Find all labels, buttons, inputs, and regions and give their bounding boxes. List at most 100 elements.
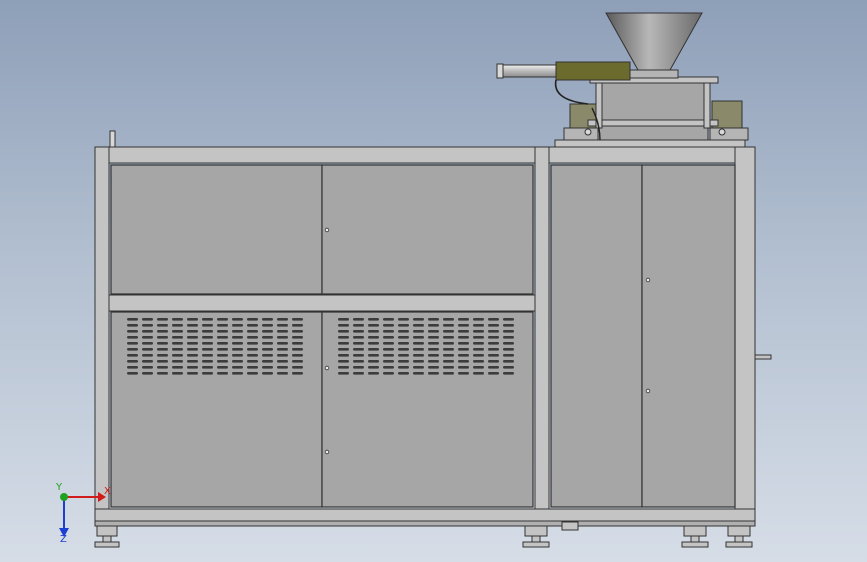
vent-slot <box>232 348 243 351</box>
vent-slot <box>353 324 364 327</box>
vent-slot <box>398 336 409 339</box>
vent-slot <box>277 354 288 357</box>
vent-slot <box>458 348 469 351</box>
vent-slot <box>157 366 168 369</box>
vent-slot <box>353 360 364 363</box>
x-axis-label: X <box>104 486 111 497</box>
vent-slot <box>172 330 183 333</box>
vent-slot <box>292 372 303 375</box>
vent-slot <box>142 342 153 345</box>
vent-slot <box>503 324 514 327</box>
vent-slot <box>458 336 469 339</box>
vent-slot <box>187 324 198 327</box>
vent-slot <box>443 342 454 345</box>
vent-slot <box>383 348 394 351</box>
vent-slot <box>443 366 454 369</box>
vent-slot <box>488 330 499 333</box>
vent-slot <box>503 342 514 345</box>
vent-slot <box>473 336 484 339</box>
vent-slot <box>202 366 213 369</box>
vent-slot <box>458 318 469 321</box>
vent-slot <box>413 360 424 363</box>
vent-slot <box>473 354 484 357</box>
vent-slot <box>292 354 303 357</box>
vent-slot <box>443 318 454 321</box>
vent-slot <box>187 366 198 369</box>
vent-slot <box>503 330 514 333</box>
top-rail-left <box>108 146 536 164</box>
foot-right-b <box>725 525 753 548</box>
vent-slot <box>458 342 469 345</box>
panel-right-b <box>641 164 736 508</box>
vent-slot <box>368 336 379 339</box>
vent-slot <box>383 318 394 321</box>
vent-slot <box>232 342 243 345</box>
vent-slot <box>127 330 138 333</box>
right-side-handle <box>754 354 772 360</box>
vent-slot <box>157 348 168 351</box>
vent-slot <box>398 372 409 375</box>
vent-slot <box>368 330 379 333</box>
feeder-assembly <box>496 12 749 148</box>
vent-slot <box>202 372 213 375</box>
vent-slot <box>277 372 288 375</box>
vent-slot <box>127 372 138 375</box>
vent-slot <box>292 336 303 339</box>
vent-slot <box>368 318 379 321</box>
vent-slot <box>262 324 273 327</box>
vent-slot <box>262 360 273 363</box>
vent-slot <box>383 360 394 363</box>
vent-slot <box>187 336 198 339</box>
vent-slot <box>142 360 153 363</box>
right-mount-cap <box>709 127 749 141</box>
cad-viewport[interactable]: X Y Z <box>0 0 867 562</box>
vent-slot <box>217 342 228 345</box>
vent-slot <box>353 336 364 339</box>
vent-slot <box>398 360 409 363</box>
vent-slot <box>247 348 258 351</box>
vent-slot <box>473 330 484 333</box>
rod-end <box>496 63 504 79</box>
vent-slot <box>443 330 454 333</box>
vent-slot <box>277 360 288 363</box>
vent-slot <box>142 318 153 321</box>
vent-slot <box>428 324 439 327</box>
vent-slot <box>503 366 514 369</box>
vent-slot <box>413 366 424 369</box>
vent-slot <box>383 324 394 327</box>
vent-slot <box>247 318 258 321</box>
vent-slot <box>353 354 364 357</box>
vent-slot <box>428 330 439 333</box>
vent-slot <box>338 360 349 363</box>
vent-slot <box>262 372 273 375</box>
vent-slot <box>473 360 484 363</box>
vent-slot <box>127 354 138 357</box>
vent-slot <box>338 336 349 339</box>
vent-slot <box>413 372 424 375</box>
vent-slot <box>187 318 198 321</box>
vent-slot <box>262 366 273 369</box>
vent-slot <box>262 354 273 357</box>
vent-slot <box>142 366 153 369</box>
vent-slot <box>172 336 183 339</box>
lock-lower-center-2 <box>324 449 330 455</box>
vent-slot <box>172 348 183 351</box>
vent-slot <box>262 336 273 339</box>
panel-right-a <box>550 164 643 508</box>
vent-slot <box>503 348 514 351</box>
vent-slot <box>398 330 409 333</box>
left-post <box>94 146 110 510</box>
vent-slot <box>127 366 138 369</box>
vent-slot <box>277 348 288 351</box>
vent-slot <box>127 360 138 363</box>
vent-slot <box>338 366 349 369</box>
vent-slot <box>473 372 484 375</box>
vent-slot <box>292 330 303 333</box>
vent-slot <box>217 360 228 363</box>
vent-slot <box>473 348 484 351</box>
vent-slot <box>368 342 379 345</box>
vent-slot <box>368 324 379 327</box>
vent-slot <box>232 372 243 375</box>
vent-slot <box>232 366 243 369</box>
vent-slot <box>172 342 183 345</box>
